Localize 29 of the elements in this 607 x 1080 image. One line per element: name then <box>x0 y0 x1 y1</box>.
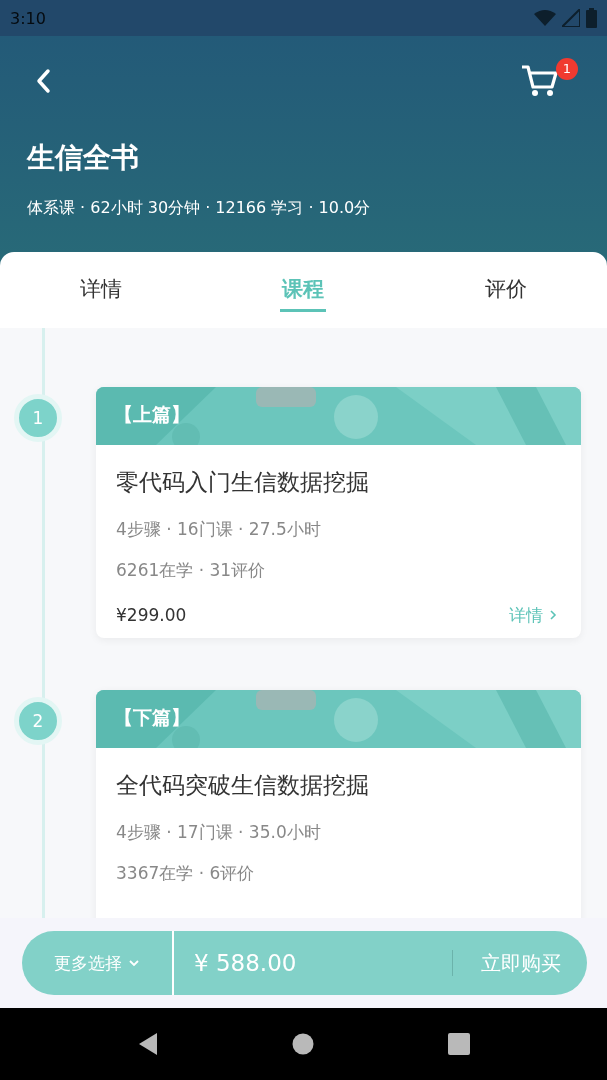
cart-count-badge: 1 <box>556 58 578 80</box>
cart-icon <box>520 62 560 97</box>
chevron-right-icon <box>549 609 557 621</box>
course-meta: 体系课 · 62小时 30分钟 · 12166 学习 · 10.0分 <box>27 198 372 219</box>
battery-icon <box>586 8 597 28</box>
course-learners: 6261在学 · 31评价 <box>116 559 267 582</box>
recents-nav-icon[interactable] <box>448 1033 471 1055</box>
card-title: 零代码入门生信数据挖掘 <box>116 468 370 497</box>
status-time: 3:10 <box>10 8 46 28</box>
chevron-down-icon <box>128 959 140 967</box>
part-label: 【下篇】 <box>114 705 190 730</box>
tab[interactable]: 详情 <box>78 268 125 312</box>
card-title: 全代码突破生信数据挖掘 <box>116 771 370 800</box>
home-nav-icon[interactable] <box>292 1033 315 1055</box>
course-stats: 4步骤 · 17门课 · 35.0小时 <box>116 821 322 844</box>
course-price: ¥299.00 <box>116 605 187 625</box>
tab[interactable]: 评价 <box>482 268 529 312</box>
course-stats: 4步骤 · 16门课 · 27.5小时 <box>116 518 322 541</box>
part-label: 【上篇】 <box>114 402 190 427</box>
step-number: 1 <box>14 394 62 442</box>
course-learners: 3367在学 · 6评价 <box>116 862 256 885</box>
signal-icon <box>562 9 580 27</box>
wifi-icon <box>534 10 556 26</box>
total-price: ¥ 588.00 <box>193 950 298 976</box>
course-title: 生信全书 <box>27 140 140 176</box>
back-icon <box>35 68 51 94</box>
course-card[interactable]: 【上篇】 零代码入门生信数据挖掘 4步骤 · 16门课 · 27.5小时 6261在学 · 31评价 ¥299.00 详情 <box>96 387 581 638</box>
course-card[interactable]: 【下篇】 全代码突破生信数据挖掘 4步骤 · 17门课 · 35.0小时 3367在学 · 6评价 <box>96 690 581 918</box>
step-number: 2 <box>14 697 62 745</box>
